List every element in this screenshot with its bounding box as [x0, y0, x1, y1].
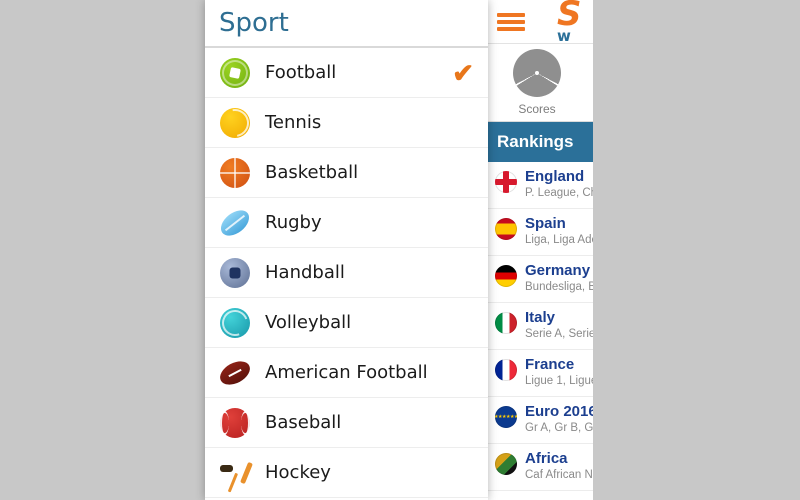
sport-item-handball[interactable]: Handball — [205, 248, 488, 298]
list-item-title: Euro 2016 — [525, 403, 593, 420]
sport-item-basketball[interactable]: Basketball — [205, 148, 488, 198]
basketball-ball-icon — [217, 157, 253, 188]
sport-item-label: American Football — [265, 362, 428, 383]
tennis-ball-icon — [217, 107, 253, 138]
american-football-ball-icon — [216, 356, 254, 389]
panel-header: Sport — [205, 0, 488, 48]
sport-item-label: Hockey — [265, 462, 331, 483]
list-item-subtitle: Ligue 1, Ligue — [525, 375, 593, 387]
list-item[interactable]: England P. League, Cha — [485, 162, 593, 209]
sport-item-label: Football — [265, 62, 337, 83]
list-item-title: France — [525, 356, 575, 373]
europe-flag-icon — [495, 406, 517, 428]
england-flag-icon — [495, 171, 517, 193]
handball-ball-icon — [217, 257, 253, 288]
list-item-title: Germany — [525, 262, 591, 279]
app-logo: S w — [557, 0, 593, 44]
pie-chart-icon — [513, 49, 561, 97]
sport-item-football[interactable]: Football ✔ — [205, 48, 488, 98]
page-title: Sport — [219, 8, 289, 38]
list-item-subtitle: P. League, Cha — [525, 187, 593, 199]
list-item-title: England — [525, 168, 585, 185]
sport-item-label: Rugby — [265, 212, 322, 233]
list-item-title: Italy — [525, 309, 556, 326]
sport-item-rugby[interactable]: Rugby — [205, 198, 488, 248]
spain-flag-icon — [495, 218, 517, 240]
list-item-subtitle: Serie A, Serie — [525, 328, 593, 340]
list-item[interactable]: Euro 2016 Gr A, Gr B, Gr — [485, 397, 593, 444]
football-ball-icon — [217, 57, 253, 88]
sport-item-baseball[interactable]: Baseball — [205, 398, 488, 448]
sport-item-volleyball[interactable]: Volleyball — [205, 298, 488, 348]
baseball-ball-icon — [217, 407, 253, 438]
list-item-subtitle: Caf African Na — [525, 469, 593, 481]
sport-item-label: Volleyball — [265, 312, 352, 333]
list-item-title: Spain — [525, 215, 566, 232]
france-flag-icon — [495, 359, 517, 381]
tab-scores-label: Scores — [518, 102, 556, 116]
sport-item-american-football[interactable]: American Football — [205, 348, 488, 398]
africa-flag-icon — [495, 453, 517, 475]
sport-item-hockey[interactable]: Hockey — [205, 448, 488, 498]
list-item[interactable]: Spain Liga, Liga Ade — [485, 209, 593, 256]
list-item-subtitle: Bundesliga, B — [525, 281, 593, 293]
list-item-subtitle: Liga, Liga Ade — [525, 234, 593, 246]
list-item[interactable]: France Ligue 1, Ligue — [485, 350, 593, 397]
rugby-ball-icon — [216, 204, 254, 241]
hamburger-icon[interactable] — [497, 11, 525, 33]
list-item[interactable]: Germany Bundesliga, B — [485, 256, 593, 303]
list-item[interactable]: Italy Serie A, Serie — [485, 303, 593, 350]
volleyball-ball-icon — [217, 307, 253, 338]
sport-item-label: Handball — [265, 262, 345, 283]
tab-live[interactable] — [589, 44, 593, 121]
sport-selection-panel: Sport Football ✔ Tennis Basketball Rugby… — [205, 0, 488, 500]
tab-scores[interactable]: Scores — [485, 44, 589, 121]
rankings-list: England P. League, Cha Spain Liga, Liga … — [485, 162, 593, 491]
list-item[interactable]: Africa Caf African Na — [485, 444, 593, 491]
screen: S w Scores Rankings England P. League, C… — [0, 0, 800, 500]
italy-flag-icon — [495, 312, 517, 334]
list-item-title: Africa — [525, 450, 568, 467]
list-item-subtitle: Gr A, Gr B, Gr — [525, 422, 593, 434]
app-top-bar: S w — [485, 0, 593, 44]
sport-item-label: Basketball — [265, 162, 359, 183]
logo-mark: S — [557, 0, 582, 34]
check-icon: ✔ — [452, 57, 474, 88]
sport-item-tennis[interactable]: Tennis — [205, 98, 488, 148]
hockey-stick-icon — [217, 460, 253, 486]
rankings-header[interactable]: Rankings — [485, 122, 593, 162]
germany-flag-icon — [495, 265, 517, 287]
tab-strip: Scores — [485, 44, 593, 122]
sport-item-label: Baseball — [265, 412, 342, 433]
sport-item-label: Tennis — [265, 112, 322, 133]
sports-app: S w Scores Rankings England P. League, C… — [485, 0, 593, 500]
rankings-header-label: Rankings — [497, 132, 574, 151]
